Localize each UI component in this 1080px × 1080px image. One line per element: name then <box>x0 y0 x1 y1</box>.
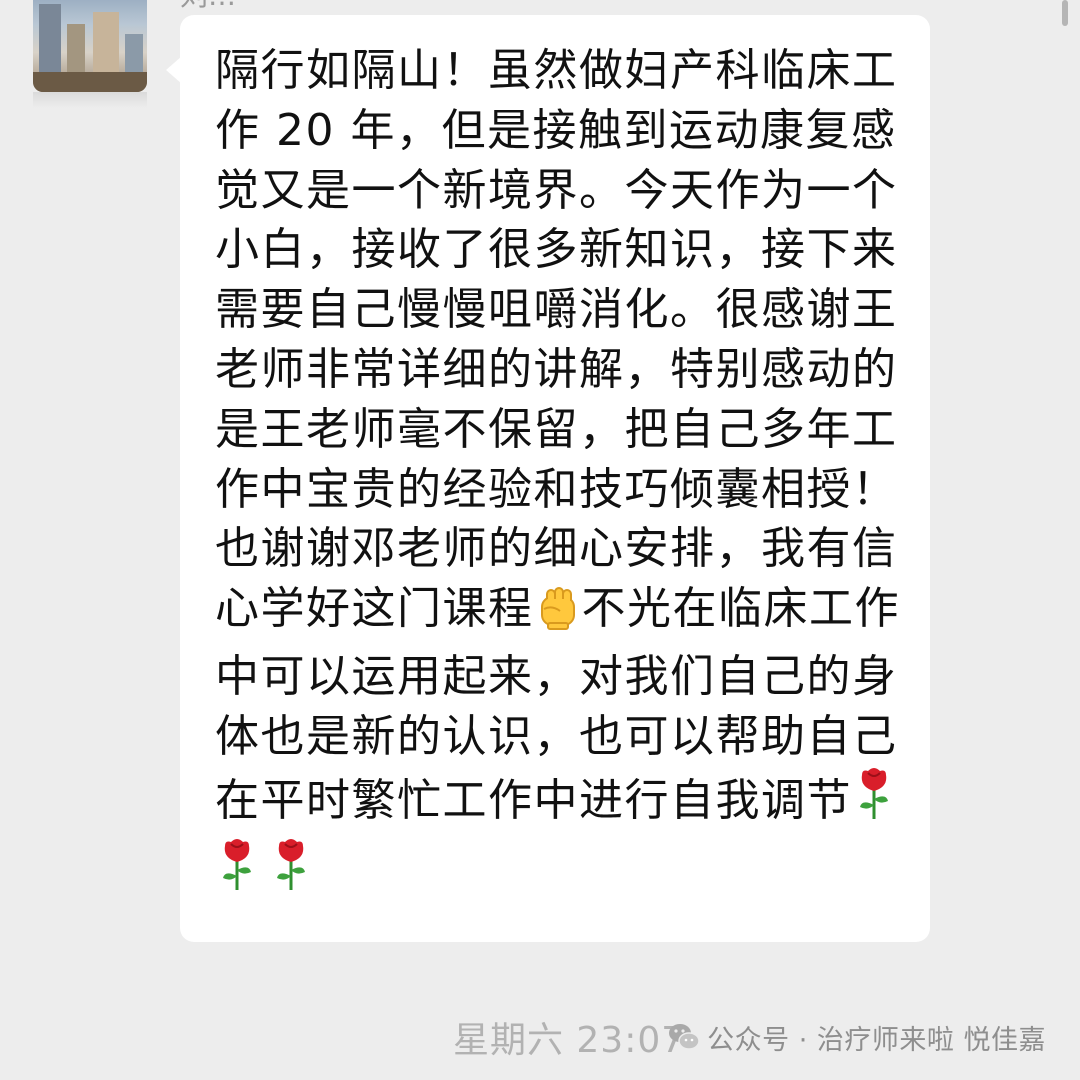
rose-icon <box>852 767 896 839</box>
chat-screen: 刘… 隔行如隔山！虽然做妇产科临床工作 20 年，但是接触到运动康复感觉又是一个… <box>0 0 1080 1080</box>
wechat-logo-icon <box>667 1020 701 1054</box>
message-timestamp: 星期六 23:07 <box>452 1020 686 1061</box>
avatar-reflection <box>33 92 147 108</box>
footer: 星期六 23:07 公众号 · 治疗师来啦 悦佳嘉 <box>453 1012 1046 1062</box>
raised-fist-icon <box>534 583 582 647</box>
rose-icon <box>215 838 259 910</box>
watermark-text: 公众号 · 治疗师来啦 悦佳嘉 <box>707 1024 1046 1056</box>
rose-icon <box>269 838 313 910</box>
message-text[interactable]: 隔行如隔山！虽然做妇产科临床工作 20 年，但是接触到运动康复感觉又是一个新境界… <box>215 41 905 910</box>
avatar[interactable] <box>33 0 147 92</box>
avatar-building <box>67 24 85 74</box>
avatar-building <box>93 12 119 74</box>
scrollbar[interactable] <box>1062 0 1068 26</box>
sender-name: 刘… <box>180 0 236 14</box>
avatar-building <box>39 4 61 74</box>
message-text-part-1: 隔行如隔山！虽然做妇产科临床工作 20 年，但是接触到运动康复感觉又是一个新境界… <box>215 45 898 635</box>
avatar-ground <box>33 72 147 92</box>
avatar-building <box>125 34 143 74</box>
